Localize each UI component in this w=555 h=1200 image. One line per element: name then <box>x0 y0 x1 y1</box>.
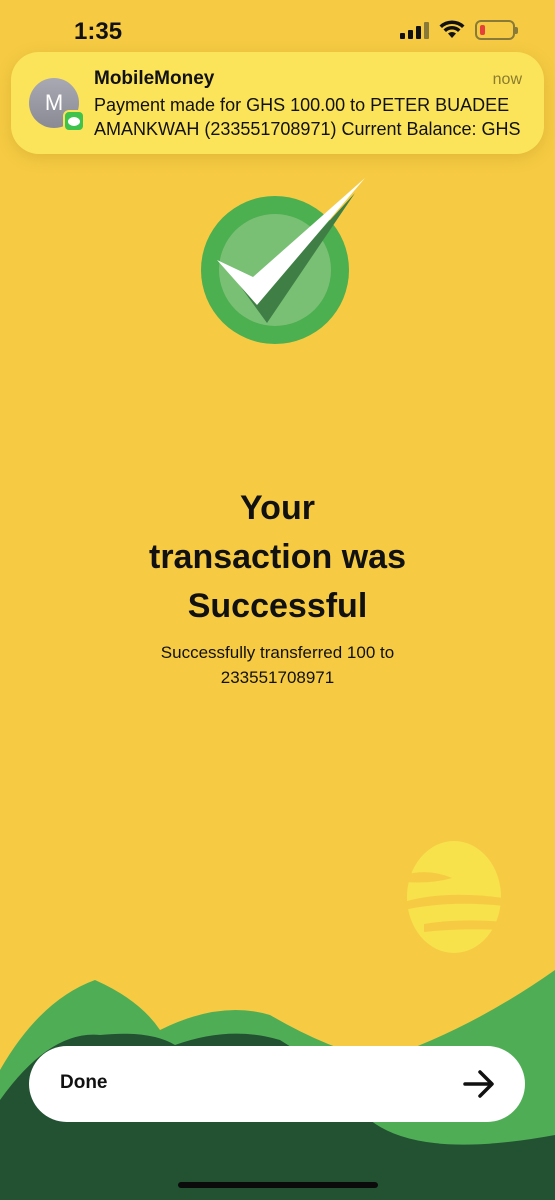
success-title-line-1: Your <box>240 489 315 527</box>
success-title-line-3: Successful <box>187 587 368 625</box>
status-time: 1:35 <box>74 18 123 45</box>
done-button[interactable]: Done <box>29 1046 525 1122</box>
messages-icon <box>63 110 85 132</box>
wifi-icon <box>439 20 465 38</box>
success-title-line-2: transaction was <box>149 538 406 576</box>
checkmark-icon <box>201 178 365 344</box>
success-message: Successfully transferred 100 to 23355170… <box>160 643 395 687</box>
status-bar: 1:35 <box>0 0 555 60</box>
status-icons <box>400 20 518 40</box>
home-indicator[interactable] <box>178 1182 378 1188</box>
notification-time: now <box>492 71 522 88</box>
notification-message: Payment made for GHS 100.00 to PETER BUA… <box>94 95 521 139</box>
success-title: Your transaction was Successful <box>0 484 555 631</box>
battery-low-icon <box>475 20 518 40</box>
notification-app-name: MobileMoney <box>94 68 215 89</box>
arrow-right-icon <box>463 1070 494 1098</box>
done-button-label: Done <box>60 1072 108 1093</box>
sun-illustration <box>404 841 504 953</box>
cellular-signal-icon <box>400 21 429 39</box>
notification-banner[interactable]: M MobileMoney now Payment made for GHS 1… <box>11 52 544 154</box>
